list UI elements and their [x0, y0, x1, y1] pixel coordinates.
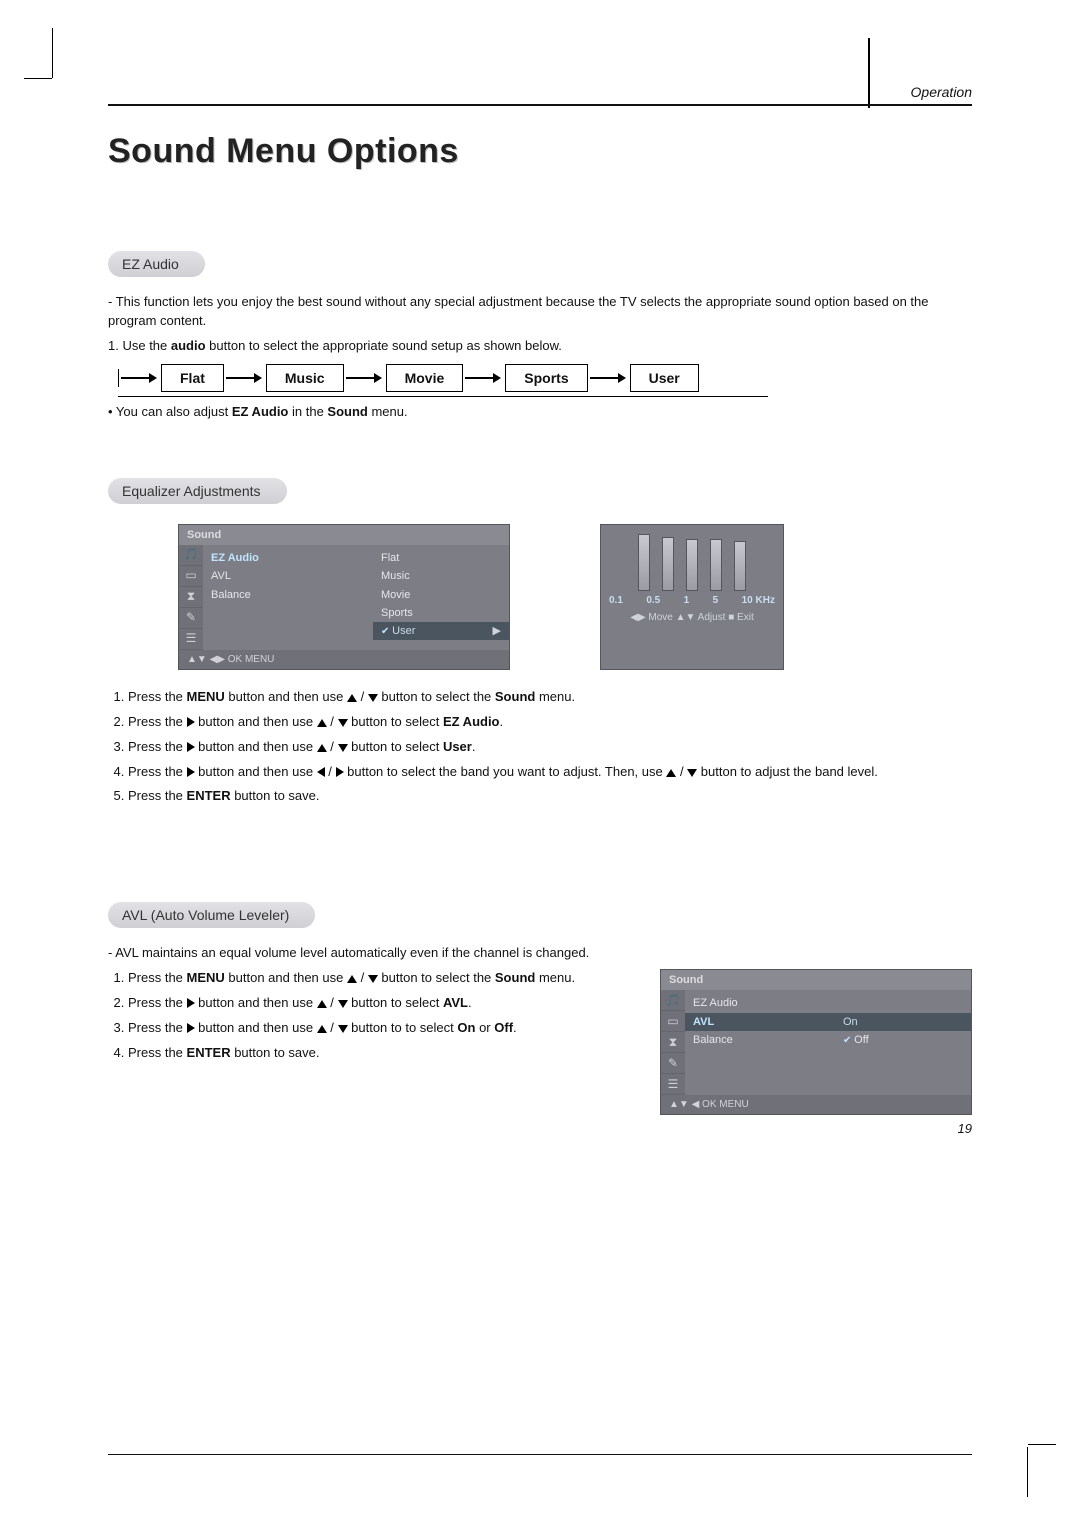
eq-step-2: Press the button and then use / button t… [128, 713, 972, 732]
section-ez-audio: EZ Audio [108, 251, 205, 277]
osd-opt-on: On [835, 1013, 971, 1031]
sound-icon: 🎵 [179, 545, 203, 566]
section-header: Operation [108, 84, 972, 100]
eq-bar [734, 541, 746, 591]
mode-flat: Flat [161, 364, 224, 392]
equalizer-steps: Press the MENU button and then use / but… [108, 688, 972, 806]
down-icon [338, 1025, 348, 1033]
special-icon: ☰ [661, 1074, 685, 1095]
right-icon [187, 767, 195, 777]
arrow-icon [121, 371, 159, 385]
osd-item-avl: AVL [685, 1013, 835, 1031]
sound-icon: 🎵 [661, 990, 685, 1011]
right-icon [187, 742, 195, 752]
osd-opt-off: Off [843, 1031, 963, 1049]
page-title: Sound Menu Options [108, 132, 972, 171]
mode-user: User [630, 364, 699, 392]
osd-icon-rail: 🎵 ▭ ⧗ ✎ ☰ [179, 545, 203, 650]
osd-opt-user: User▶ [373, 622, 509, 640]
down-icon [338, 744, 348, 752]
right-icon [187, 1023, 195, 1033]
time-icon: ⧗ [661, 1032, 685, 1053]
eq-bar [662, 537, 674, 591]
chevron-right-icon: ▶ [493, 624, 501, 638]
up-icon [347, 694, 357, 702]
avl-desc: - AVL maintains an equal volume level au… [108, 944, 972, 963]
up-icon [666, 769, 676, 777]
down-icon [687, 769, 697, 777]
eq-step-3: Press the button and then use / button t… [128, 738, 972, 757]
section-avl: AVL (Auto Volume Leveler) [108, 902, 315, 928]
osd-opt-sports: Sports [381, 604, 501, 622]
osd-item-balance: Balance [693, 1031, 827, 1049]
ez-audio-note: • You can also adjust EZ Audio in the So… [108, 403, 972, 422]
osd-opt-flat: Flat [381, 549, 501, 567]
arrow-icon [346, 371, 384, 385]
up-icon [317, 719, 327, 727]
eq-footer: ◀▶ Move ▲▼ Adjust ■ Exit [607, 612, 777, 623]
setup-icon: ✎ [179, 608, 203, 629]
page-number: 19 [108, 1121, 972, 1136]
right-icon [187, 717, 195, 727]
picture-icon: ▭ [661, 1011, 685, 1032]
osd-footer: ▲▼ ◀▶ OK MENU [179, 650, 509, 669]
osd-item-ezaudio: EZ Audio [211, 549, 365, 567]
picture-icon: ▭ [179, 566, 203, 587]
osd-equalizer: 0.1 0.5 1 5 10 KHz ◀▶ Move ▲▼ Adjust ■ E… [600, 524, 784, 670]
osd-opt-movie: Movie [381, 586, 501, 604]
osd-item-balance: Balance [211, 586, 365, 604]
up-icon [317, 1025, 327, 1033]
osd-item-avl: AVL [211, 567, 365, 585]
mode-flow: Flat Music Movie Sports User [114, 364, 972, 392]
setup-icon: ✎ [661, 1053, 685, 1074]
osd-footer: ▲▼ ◀ OK MENU [661, 1095, 971, 1114]
left-icon [317, 767, 325, 777]
ez-audio-step1: 1. Use the audio button to select the ap… [108, 337, 972, 356]
osd-title: Sound [661, 970, 971, 990]
mode-movie: Movie [386, 364, 464, 392]
mode-sports: Sports [505, 364, 587, 392]
mode-music: Music [266, 364, 344, 392]
osd-icon-rail: 🎵 ▭ ⧗ ✎ ☰ [661, 990, 685, 1095]
right-icon [336, 767, 344, 777]
section-equalizer: Equalizer Adjustments [108, 478, 287, 504]
down-icon [368, 694, 378, 702]
up-icon [347, 975, 357, 983]
eq-step-1: Press the MENU button and then use / but… [128, 688, 972, 707]
osd-sound-menu: Sound 🎵 ▭ ⧗ ✎ ☰ EZ Audio AVL Balance [178, 524, 510, 670]
osd-opt-music: Music [381, 567, 501, 585]
eq-step-5: Press the ENTER button to save. [128, 787, 972, 806]
eq-bar [710, 539, 722, 591]
eq-step-4: Press the button and then use / button t… [128, 763, 972, 782]
time-icon: ⧗ [179, 587, 203, 608]
eq-labels: 0.1 0.5 1 5 10 KHz [607, 595, 777, 606]
eq-bars [607, 531, 777, 591]
ez-audio-desc: - This function lets you enjoy the best … [108, 293, 972, 331]
arrow-icon [226, 371, 264, 385]
eq-bar [638, 534, 650, 591]
special-icon: ☰ [179, 629, 203, 650]
osd-title: Sound [179, 525, 509, 545]
osd-item-ezaudio: EZ Audio [693, 994, 827, 1012]
down-icon [338, 1000, 348, 1008]
down-icon [338, 719, 348, 727]
eq-bar [686, 539, 698, 591]
osd-avl-menu: Sound 🎵 ▭ ⧗ ✎ ☰ EZ Audio AVL Balance [660, 969, 972, 1115]
arrow-icon [465, 371, 503, 385]
arrow-icon [590, 371, 628, 385]
right-icon [187, 998, 195, 1008]
up-icon [317, 744, 327, 752]
up-icon [317, 1000, 327, 1008]
down-icon [368, 975, 378, 983]
